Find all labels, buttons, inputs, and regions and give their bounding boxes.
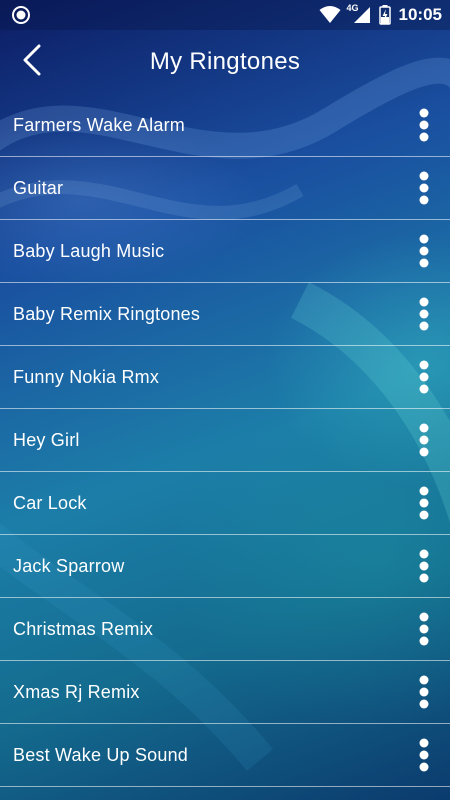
more-options-button[interactable] [412,231,436,271]
more-vertical-icon [419,360,429,394]
ringtone-item[interactable]: Xmas Rj Remix [0,661,450,724]
ringtone-item[interactable]: Guitar [0,157,450,220]
ringtone-item[interactable]: Jack Sparrow [0,535,450,598]
more-vertical-icon [419,549,429,583]
wifi-icon [319,6,341,23]
ringtone-item[interactable]: Funny Nokia Rmx [0,346,450,409]
ringtone-item[interactable]: Hey Girl [0,409,450,472]
more-vertical-icon [419,486,429,520]
ringtone-label: Car Lock [13,492,87,513]
ringtone-label: Jack Sparrow [13,555,125,576]
ringtone-label: Baby Laugh Music [13,240,165,261]
ringtone-item[interactable]: Baby Laugh Music [0,220,450,283]
signal-icon: 4G [346,3,371,24]
network-type-label: 4G [346,3,359,13]
more-options-button[interactable] [412,672,436,712]
app-bar: My Ringtones [0,30,450,94]
status-bar: 4G 10:05 [0,0,450,30]
battery-charging-icon [378,5,391,25]
ringtone-label: Hey Girl [13,429,80,450]
more-options-button[interactable] [412,294,436,334]
more-vertical-icon [419,171,429,205]
more-vertical-icon [419,423,429,457]
ringtone-item[interactable]: Best Wake Up Sound [0,724,450,787]
page-title: My Ringtones [149,48,301,75]
ringtone-label: Best Wake Up Sound [13,744,189,765]
more-options-button[interactable] [412,546,436,586]
more-vertical-icon [419,612,429,646]
more-options-button[interactable] [412,483,436,523]
more-vertical-icon [419,234,429,268]
back-arrow-icon [23,44,41,76]
ringtone-item[interactable]: Car Lock [0,472,450,535]
more-options-button[interactable] [412,735,436,775]
ringtone-item[interactable]: Baby Remix Ringtones [0,283,450,346]
ringtone-label: Farmers Wake Alarm [13,114,185,135]
back-button[interactable] [14,42,50,78]
ringtone-label: Guitar [13,177,64,198]
ringtone-list: Farmers Wake Alarm Guitar Baby Laugh Mus… [0,94,450,787]
more-vertical-icon [419,297,429,331]
more-vertical-icon [419,675,429,709]
ringtone-label: Xmas Rj Remix [13,681,140,702]
more-vertical-icon [419,108,429,142]
ringtone-item[interactable]: Farmers Wake Alarm [0,94,450,157]
ringtone-label: Baby Remix Ringtones [13,303,201,324]
ringtone-label: Christmas Remix [13,618,154,639]
more-options-button[interactable] [412,609,436,649]
more-vertical-icon [419,738,429,772]
ringtone-label: Funny Nokia Rmx [13,366,160,387]
more-options-button[interactable] [412,357,436,397]
record-icon [12,6,30,24]
more-options-button[interactable] [412,168,436,208]
more-options-button[interactable] [412,420,436,460]
more-options-button[interactable] [412,105,436,145]
clock: 10:05 [398,5,442,24]
ringtone-item[interactable]: Christmas Remix [0,598,450,661]
